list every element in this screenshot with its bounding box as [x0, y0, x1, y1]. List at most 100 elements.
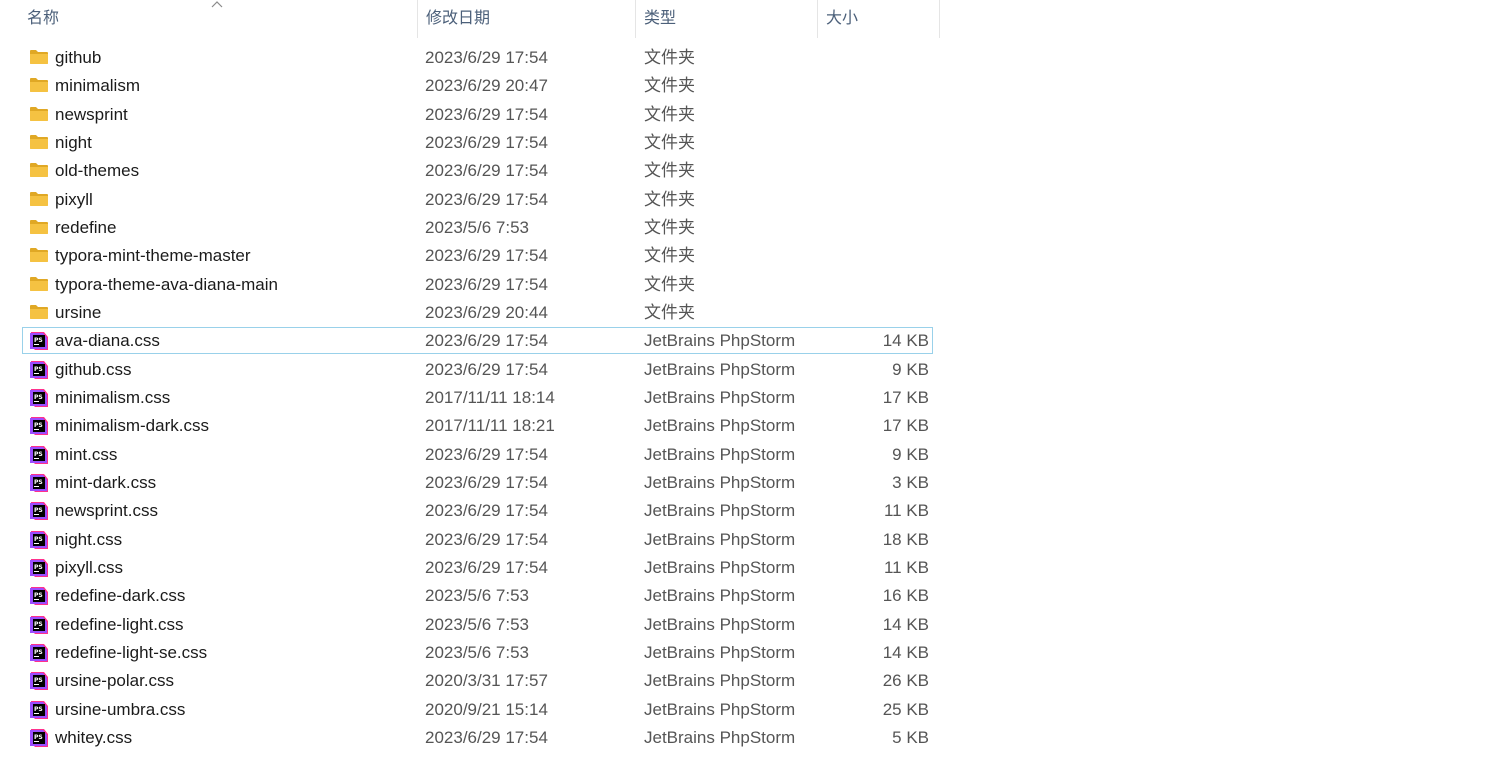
file-name: ursine: [55, 302, 102, 322]
file-modified-date: 2023/6/29 17:54: [425, 161, 548, 181]
file-row[interactable]: PS github.css 2023/6/29 17:54 JetBrains Php…: [0, 356, 940, 384]
file-size: [818, 214, 929, 242]
file-name: night.css: [55, 529, 123, 549]
phpstorm-file-icon: PS: [29, 615, 49, 635]
phpstorm-file-icon: PS: [29, 331, 49, 351]
file-row[interactable]: old-themes 2023/6/29 17:54 文件夹: [0, 157, 940, 185]
phpstorm-file-icon: PS: [29, 445, 49, 465]
file-name: redefine-light-se.css: [55, 642, 208, 662]
file-row[interactable]: typora-theme-ava-diana-main 2023/6/29 17:…: [0, 271, 940, 299]
folder-icon: [29, 161, 49, 181]
file-row[interactable]: github 2023/6/29 17:54 文件夹: [0, 44, 940, 72]
file-type: JetBrains PhpStorm: [644, 444, 796, 464]
file-size: 26 KB: [882, 671, 929, 691]
file-row[interactable]: pixyll 2023/6/29 17:54 文件夹: [0, 186, 940, 214]
file-type: 文件夹: [644, 76, 695, 96]
file-name: ursine-umbra.css: [55, 699, 186, 719]
file-modified-date: 2023/6/29 20:47: [425, 76, 548, 96]
file-type: JetBrains PhpStorm: [644, 387, 796, 407]
file-size: 17 KB: [882, 416, 929, 436]
file-row[interactable]: ursine 2023/6/29 20:44 文件夹: [0, 299, 940, 327]
phpstorm-file-icon: PS: [29, 643, 49, 663]
file-size: 11 KB: [883, 557, 929, 577]
svg-text:PS: PS: [34, 564, 43, 571]
file-size: 14 KB: [882, 642, 929, 662]
file-size: 16 KB: [882, 586, 929, 606]
file-type: JetBrains PhpStorm: [644, 359, 796, 379]
file-row[interactable]: PS pixyll.css 2023/6/29 17:54 JetBrains Php…: [0, 554, 940, 582]
file-row[interactable]: PS newsprint.css 2023/6/29 17:54 JetBrains …: [0, 497, 940, 525]
file-size: 3 KB: [892, 472, 929, 492]
file-modified-date: 2023/6/29 17:54: [425, 472, 548, 492]
file-name: minimalism.css: [55, 387, 171, 407]
file-name: typora-mint-theme-master: [55, 246, 251, 266]
file-row[interactable]: PS ava-diana.css 2023/6/29 17:54 JetBrains …: [0, 327, 940, 355]
folder-icon: [29, 190, 49, 210]
file-row[interactable]: PS whitey.css 2023/6/29 17:54 JetBrains Php…: [0, 724, 940, 752]
phpstorm-file-icon: PS: [29, 388, 49, 408]
file-row[interactable]: PS ursine-polar.css 2020/3/31 17:57 JetBrai…: [0, 667, 940, 695]
svg-text:PS: PS: [34, 592, 43, 599]
svg-text:PS: PS: [34, 394, 43, 401]
file-modified-date: 2023/6/29 17:54: [425, 727, 548, 747]
file-row[interactable]: night 2023/6/29 17:54 文件夹: [0, 129, 940, 157]
file-modified-date: 2023/6/29 17:54: [425, 444, 548, 464]
phpstorm-file-icon: PS: [29, 700, 49, 720]
file-row[interactable]: PS ursine-umbra.css 2020/9/21 15:14 JetBrai…: [0, 696, 940, 724]
phpstorm-file-icon: PS: [29, 501, 49, 521]
phpstorm-file-icon: PS: [29, 671, 49, 691]
file-modified-date: 2020/3/31 17:57: [425, 671, 548, 691]
svg-text:PS: PS: [34, 507, 43, 514]
file-size: 9 KB: [892, 359, 929, 379]
file-modified-date: 2023/6/29 17:54: [425, 529, 548, 549]
file-row[interactable]: newsprint 2023/6/29 17:54 文件夹: [0, 101, 940, 129]
phpstorm-file-icon: PS: [29, 586, 49, 606]
file-row[interactable]: redefine 2023/5/6 7:53 文件夹: [0, 214, 940, 242]
folder-icon: [29, 218, 49, 238]
file-modified-date: 2023/6/29 17:54: [425, 331, 548, 351]
file-name: typora-theme-ava-diana-main: [55, 274, 278, 294]
folder-icon: [29, 275, 49, 295]
file-size: 17 KB: [882, 387, 929, 407]
file-type: 文件夹: [644, 48, 695, 67]
file-type: JetBrains PhpStorm: [644, 642, 796, 662]
file-modified-date: 2023/6/29 17:54: [425, 48, 548, 67]
file-row[interactable]: PS mint.css 2023/6/29 17:54 JetBrains PhpSt…: [0, 441, 940, 469]
column-header-bar: 名称 修改日期 类型 大小: [0, 0, 940, 38]
file-type: 文件夹: [644, 246, 695, 266]
file-size: 14 KB: [882, 331, 929, 351]
file-name: old-themes: [55, 161, 140, 181]
file-row[interactable]: PS minimalism.css 2017/11/11 18:14 JetBrain…: [0, 384, 940, 412]
file-name: minimalism: [55, 76, 140, 96]
file-name: newsprint.css: [55, 501, 158, 521]
file-size: [818, 242, 929, 270]
file-row[interactable]: PS mint-dark.css 2023/6/29 17:54 JetBrains …: [0, 469, 940, 497]
file-row[interactable]: PS redefine-light.css 2023/5/6 7:53 JetBrai…: [0, 611, 940, 639]
svg-text:PS: PS: [34, 734, 43, 741]
column-header-type[interactable]: 类型: [636, 0, 818, 38]
file-name: redefine: [55, 217, 117, 237]
folder-icon: [29, 76, 49, 96]
svg-text:PS: PS: [34, 337, 43, 344]
file-row[interactable]: PS minimalism-dark.css 2017/11/11 18:21 Jet…: [0, 412, 940, 440]
column-header-date[interactable]: 修改日期: [418, 0, 636, 38]
phpstorm-file-icon: PS: [29, 360, 49, 380]
folder-icon: [29, 303, 49, 323]
file-type: 文件夹: [644, 217, 695, 237]
file-row[interactable]: minimalism 2023/6/29 20:47 文件夹: [0, 72, 940, 100]
file-type: JetBrains PhpStorm: [644, 331, 796, 351]
file-size: [818, 271, 929, 299]
file-name: pixyll.css: [55, 557, 124, 577]
file-type: JetBrains PhpStorm: [644, 699, 796, 719]
file-row[interactable]: PS redefine-light-se.css 2023/5/6 7:53 JetB…: [0, 639, 940, 667]
file-row[interactable]: PS redefine-dark.css 2023/5/6 7:53 JetBrain…: [0, 582, 940, 610]
file-size: [818, 157, 929, 185]
file-row[interactable]: typora-mint-theme-master 2023/6/29 17:54 文…: [0, 242, 940, 270]
column-header-size[interactable]: 大小: [818, 0, 940, 38]
file-modified-date: 2023/6/29 17:54: [425, 557, 548, 577]
file-type: 文件夹: [644, 132, 695, 152]
svg-text:PS: PS: [34, 366, 43, 373]
file-type: JetBrains PhpStorm: [644, 727, 796, 747]
file-size: 14 KB: [882, 614, 929, 634]
file-row[interactable]: PS night.css 2023/6/29 17:54 JetBrains PhpS…: [0, 526, 940, 554]
